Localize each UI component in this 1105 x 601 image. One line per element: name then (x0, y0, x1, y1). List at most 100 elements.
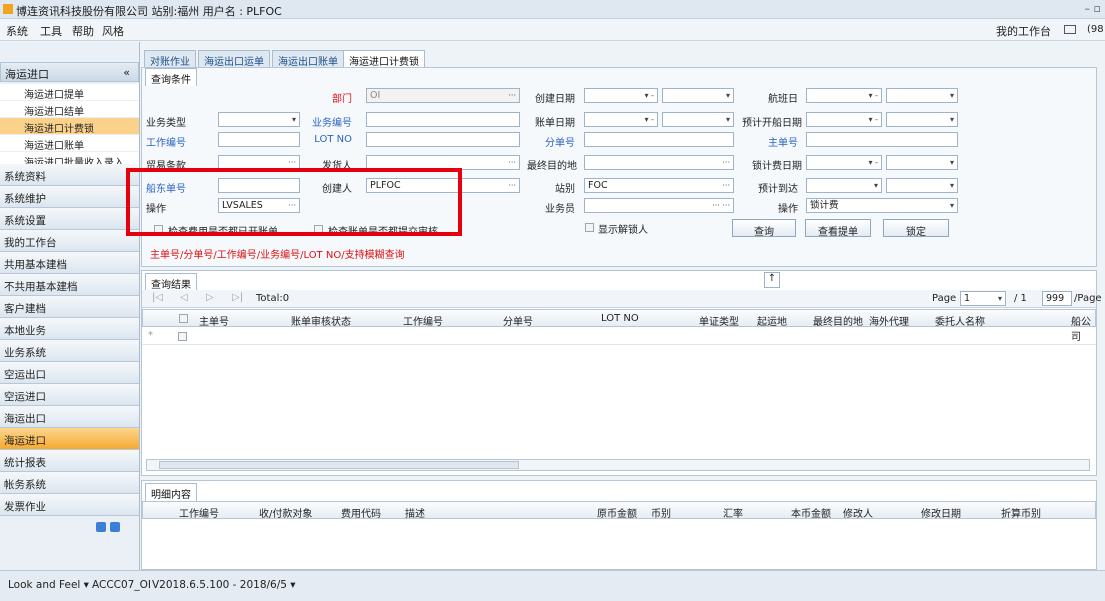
col-mbl[interactable]: 主单号 (199, 313, 229, 328)
menu-style[interactable]: 风格 (102, 23, 124, 39)
select-all-checkbox[interactable] (179, 314, 188, 323)
lot-no-input[interactable] (366, 132, 520, 147)
sidebar-cat-10[interactable]: 空运进口 (0, 384, 139, 406)
sales-input[interactable]: ··· ··· (584, 198, 734, 213)
sidebar-cat-7[interactable]: 本地业务 (0, 318, 139, 340)
look-and-feel-menu[interactable]: Look and Feel ▾ (8, 579, 89, 591)
dcol-orig-amount[interactable]: 原币金额 (597, 505, 637, 520)
menu-system[interactable]: 系统 (6, 23, 28, 39)
sidebar-item-charge-lock[interactable]: 海运进口计费锁 (0, 118, 139, 135)
action-select[interactable]: 锁计费 ▾ (806, 198, 958, 213)
first-page-icon[interactable]: |◁ (152, 292, 163, 303)
lock-date-to[interactable]: ▾ (886, 155, 958, 170)
bill-date-from[interactable]: ▾ - (584, 112, 658, 127)
dept-field[interactable]: OI ··· (366, 88, 520, 103)
tab-import-charge-lock[interactable]: 海运进口计费锁 (343, 50, 425, 68)
menu-help[interactable]: 帮助 (72, 23, 94, 39)
sidebar-item-bl[interactable]: 海运进口提单 (0, 84, 139, 101)
station-input[interactable]: FOC ··· (584, 178, 734, 193)
dcol-modifier[interactable]: 修改人 (843, 505, 873, 520)
eta-to[interactable]: ▾ (886, 178, 958, 193)
flight-date-from[interactable]: ▾ - (806, 88, 882, 103)
sidebar-item-bill[interactable]: 海运进口账单 (0, 135, 139, 152)
sidebar-cat-5[interactable]: 不共用基本建档 (0, 274, 139, 296)
dcol-rate[interactable]: 汇率 (723, 505, 743, 520)
sidebar-cat-4[interactable]: 共用基本建档 (0, 252, 139, 274)
sidebar-config-icon[interactable] (96, 522, 106, 532)
sidebar-cat-11[interactable]: 海运出口 (0, 406, 139, 428)
page-size-input[interactable]: 999 (1042, 291, 1072, 306)
scrollbar-thumb[interactable] (159, 461, 519, 469)
mbl-input[interactable] (806, 132, 958, 147)
col-audit-status[interactable]: 账单审核状态 (291, 313, 351, 328)
sidebar-item-settle[interactable]: 海运进口结单 (0, 101, 139, 118)
collapse-icon[interactable]: « (123, 66, 130, 79)
bill-date-to[interactable]: ▾ (662, 112, 734, 127)
workbench-link[interactable]: 我的工作台 (996, 23, 1051, 39)
sidebar-cat-12[interactable]: 海运进口 (0, 428, 139, 450)
horizontal-scrollbar[interactable] (146, 459, 1090, 471)
sidebar-cat-3[interactable]: 我的工作台 (0, 230, 139, 252)
sidebar-cat-9[interactable]: 空运出口 (0, 362, 139, 384)
dcol-local-amount[interactable]: 本币金额 (791, 505, 831, 520)
create-date-from[interactable]: ▾ - (584, 88, 658, 103)
sidebar-cat-2[interactable]: 系统设置 (0, 208, 139, 230)
sidebar-item-batch[interactable]: 海运进口批量收入录入 (0, 152, 139, 164)
final-dest-input[interactable]: ··· (584, 155, 734, 170)
mail-icon[interactable] (1064, 25, 1076, 34)
status-version[interactable]: V2018.6.5.100 - 2018/6/5 ▾ (152, 579, 296, 591)
biz-type-select[interactable]: ▾ (218, 112, 300, 127)
lock-button[interactable]: 锁定 (883, 219, 949, 238)
query-button[interactable]: 查询 (732, 219, 796, 238)
col-hbl[interactable]: 分单号 (503, 313, 533, 328)
tab-export-bill[interactable]: 海运出口账单 (272, 50, 344, 68)
prev-page-icon[interactable]: ◁ (180, 292, 188, 303)
col-lot-no[interactable]: LOT NO (601, 313, 639, 324)
flight-date-label: 航班日 (768, 94, 798, 105)
page-select[interactable]: 1 ▾ (960, 291, 1006, 306)
tab-export-waybill[interactable]: 海运出口运单 (198, 50, 270, 68)
etd-to[interactable]: ▾ (886, 112, 958, 127)
sidebar-cat-13[interactable]: 统计报表 (0, 450, 139, 472)
col-overseas-agent[interactable]: 海外代理 (869, 313, 909, 328)
sidebar-layout-icon[interactable] (110, 522, 120, 532)
chk-show-unlocker[interactable] (585, 223, 594, 232)
sidebar-cat-14[interactable]: 帐务系统 (0, 472, 139, 494)
sidebar-cat-6[interactable]: 客户建档 (0, 296, 139, 318)
col-doc-type[interactable]: 单证类型 (699, 313, 739, 328)
next-page-icon[interactable]: ▷ (206, 292, 214, 303)
col-final-dest[interactable]: 最终目的地 (813, 313, 863, 328)
last-page-icon[interactable]: ▷| (232, 292, 243, 303)
dcol-desc[interactable]: 描述 (405, 505, 425, 520)
flight-date-to[interactable]: ▾ (886, 88, 958, 103)
table-row[interactable]: * (142, 328, 1096, 345)
dcol-fee-code[interactable]: 费用代码 (341, 505, 381, 520)
view-bl-button[interactable]: 查看提单 (805, 219, 871, 238)
col-client[interactable]: 委托人名称 (935, 313, 985, 328)
col-origin[interactable]: 起运地 (757, 313, 787, 328)
tab-reconcile[interactable]: 对账作业 (144, 50, 196, 68)
etd-from[interactable]: ▾ - (806, 112, 882, 127)
create-date-to[interactable]: ▾ (662, 88, 734, 103)
sidebar-cat-8[interactable]: 业务系统 (0, 340, 139, 362)
sidebar-cat-1[interactable]: 系统维护 (0, 186, 139, 208)
job-no-input[interactable] (218, 132, 300, 147)
dcol-party[interactable]: 收/付款对象 (259, 505, 312, 520)
hbl-input[interactable] (584, 132, 734, 147)
window-controls[interactable]: – ▫ (1085, 2, 1101, 15)
biz-no-input[interactable] (366, 112, 520, 127)
fuzzy-hint: 主单号/分单号/工作编号/业务编号/LOT NO/支持模糊查询 (150, 250, 405, 261)
menu-tools[interactable]: 工具 (40, 23, 62, 39)
sidebar-cat-0[interactable]: 系统资料 (0, 164, 139, 186)
col-job-no[interactable]: 工作编号 (403, 313, 443, 328)
sidebar-header[interactable]: 海运进口 « (0, 62, 139, 82)
lock-date-from[interactable]: ▾ - (806, 155, 882, 170)
dcol-job-no[interactable]: 工作编号 (179, 505, 219, 520)
eta-select[interactable]: ▾ (806, 178, 882, 193)
dcol-currency[interactable]: 币别 (651, 505, 671, 520)
row-checkbox[interactable] (178, 332, 187, 341)
sidebar-cat-15[interactable]: 发票作业 (0, 494, 139, 516)
dcol-mod-date[interactable]: 修改日期 (921, 505, 961, 520)
expand-icon[interactable]: ↑ (764, 272, 780, 288)
dcol-conv-currency[interactable]: 折算币别 (1001, 505, 1041, 520)
